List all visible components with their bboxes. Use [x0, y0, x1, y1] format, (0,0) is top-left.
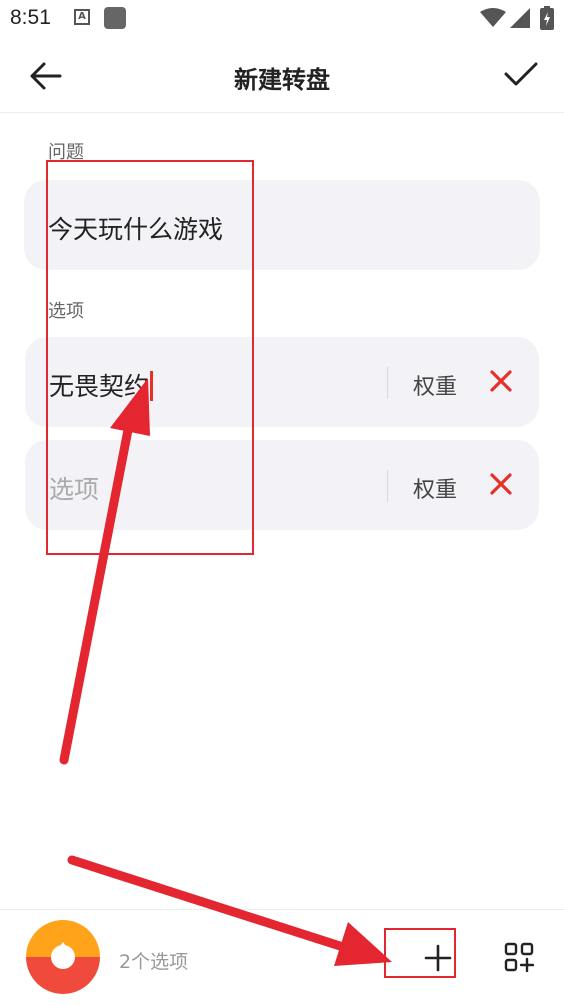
wheel-preview-icon[interactable] — [26, 920, 100, 994]
weight-button[interactable]: 权重 — [413, 472, 457, 504]
page-title: 新建转盘 — [234, 66, 330, 94]
checkmark-icon[interactable] — [500, 56, 540, 92]
question-label: 问题 — [48, 142, 84, 163]
question-input-value: 今天玩什么游戏 — [48, 215, 224, 244]
app-notification-icon — [104, 7, 126, 29]
status-bar: 8:51 A — [0, 0, 564, 40]
option-input-value: 无畏契约 — [49, 372, 150, 401]
bottom-bar: 2个选项 — [0, 909, 564, 1005]
annotation-arrow-up — [59, 378, 150, 765]
options-label: 选项 — [48, 301, 84, 322]
divider — [387, 470, 388, 502]
option-row: 选项 权重 — [25, 440, 539, 530]
accessibility-a-icon: A — [74, 9, 90, 25]
top-app-bar: 新建转盘 — [0, 40, 564, 113]
delete-x-icon[interactable] — [489, 369, 513, 393]
option-input[interactable]: 选项 — [49, 470, 99, 506]
grid-add-icon[interactable] — [504, 942, 534, 972]
delete-x-icon[interactable] — [489, 472, 513, 496]
add-option-plus-icon[interactable] — [420, 940, 456, 976]
status-time: 8:51 — [10, 6, 51, 29]
question-input[interactable]: 今天玩什么游戏 — [24, 180, 540, 270]
option-row: 无畏契约 权重 — [25, 337, 539, 427]
option-count: 2个选项 — [119, 951, 189, 973]
battery-icon — [540, 6, 554, 30]
divider — [387, 367, 388, 399]
weight-button[interactable]: 权重 — [413, 369, 457, 401]
signal-icon — [510, 8, 530, 28]
wifi-icon — [480, 8, 506, 27]
text-caret — [150, 371, 154, 401]
option-input[interactable]: 无畏契约 — [49, 367, 154, 403]
